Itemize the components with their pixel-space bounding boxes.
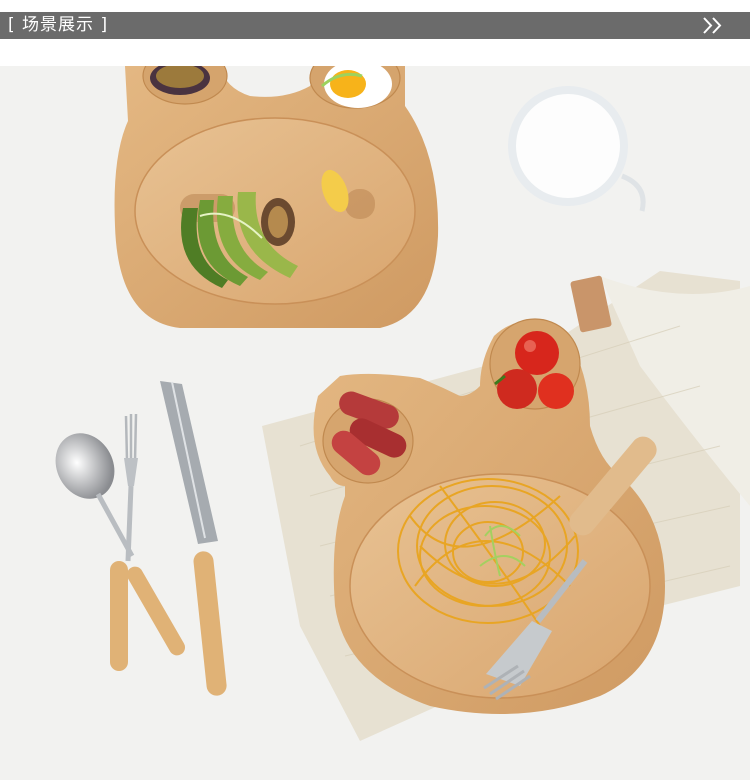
product-photo — [0, 66, 750, 780]
section-title: [ 场景展示 ] — [8, 15, 109, 35]
double-chevron-right-icon[interactable] — [702, 16, 724, 35]
top-wooden-plate — [114, 66, 439, 328]
section-header-bar: [ 场景展示 ] — [0, 12, 750, 39]
